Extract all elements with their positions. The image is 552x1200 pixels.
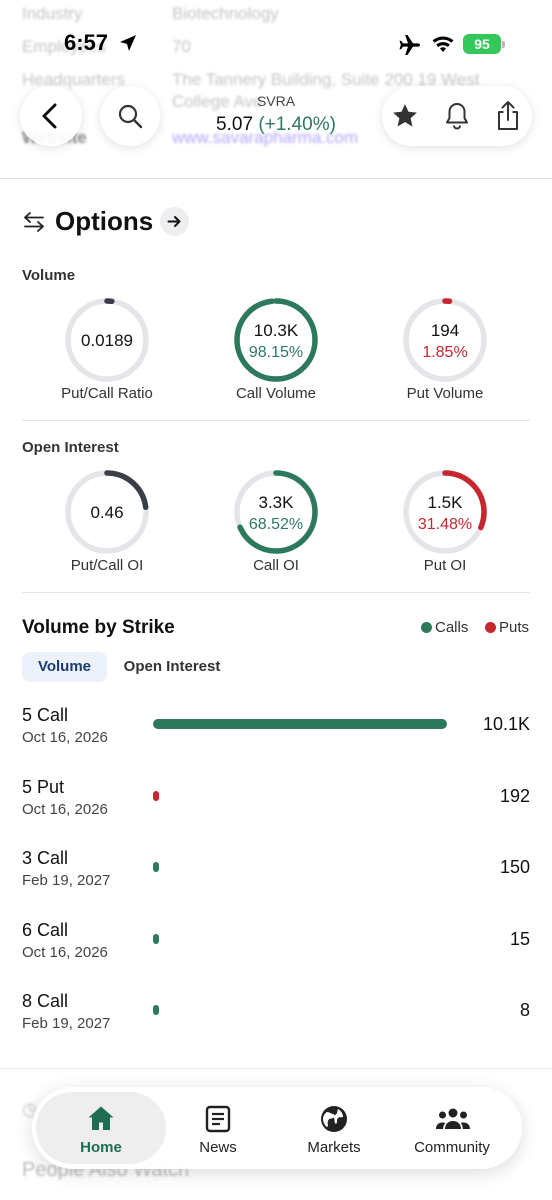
search-icon	[118, 104, 143, 129]
share-icon[interactable]	[495, 100, 521, 132]
volume-bar	[153, 933, 159, 944]
legend-puts: Puts	[485, 619, 529, 636]
arrow-right-icon	[167, 216, 181, 227]
swap-arrows-icon	[24, 212, 44, 232]
battery-indicator: 95	[463, 34, 501, 54]
gauge-value: 0.46	[90, 503, 124, 522]
gauge-caption: Put/Call Ratio	[61, 385, 153, 402]
volume-label: Volume	[22, 267, 76, 284]
airplane-icon	[399, 35, 420, 55]
gauge-caption: Put/Call OI	[70, 557, 144, 574]
volume-value: 15	[509, 928, 530, 949]
gauge: 0.46 Put/Call OI	[22, 469, 192, 599]
volume-value: 10.1K	[482, 714, 530, 734]
gauge-caption: Put OI	[423, 557, 467, 574]
nav-markets-label: Markets	[307, 1139, 361, 1156]
strike-row[interactable]: 5 Call Oct 16, 2026 10.1K	[0, 705, 552, 749]
strike-row[interactable]: 3 Call Feb 19, 2027 150	[0, 848, 552, 892]
volume-bar	[153, 719, 447, 729]
strike-row[interactable]: 6 Call Oct 16, 2026 15	[0, 920, 552, 964]
status-time: 6:57	[64, 30, 109, 55]
wifi-icon	[432, 36, 454, 52]
tab-open-interest[interactable]: Open Interest	[112, 652, 232, 682]
gauge: 3.3K 68.52% Call OI	[191, 469, 361, 599]
stock-price: 5.07	[216, 114, 254, 135]
options-more-button[interactable]	[160, 207, 189, 236]
section-divider	[22, 420, 530, 421]
nav-news-label: News	[199, 1139, 237, 1156]
header-divider	[0, 178, 552, 179]
expiry-date: Oct 16, 2026	[22, 943, 108, 961]
legend-calls: Calls	[421, 619, 468, 636]
nav-news[interactable]: News	[166, 1087, 270, 1169]
nav-community[interactable]: Community	[394, 1087, 510, 1169]
expiry-date: Feb 19, 2027	[22, 872, 111, 889]
strike-name: 8 Call	[22, 991, 69, 1011]
puts-dot-icon	[485, 622, 496, 633]
volume-bar	[153, 862, 159, 872]
gauge: 10.3K 98.15% Call Volume	[191, 297, 361, 427]
price-change: (+1.40%)	[258, 114, 336, 135]
gauge: 0.0189 Put/Call Ratio	[22, 297, 192, 427]
home-icon	[88, 1106, 114, 1130]
nav-community-label: Community	[414, 1139, 490, 1156]
nav-markets[interactable]: Markets	[276, 1087, 392, 1169]
expiry-date: Oct 16, 2026	[22, 729, 108, 746]
calls-dot-icon	[421, 622, 432, 633]
gauge: 1.5K 31.48% Put OI	[360, 469, 530, 599]
back-button[interactable]	[20, 86, 82, 146]
star-icon[interactable]	[391, 102, 419, 130]
strike-name: 5 Call	[22, 705, 69, 725]
gauge-value: 1.5K	[427, 493, 463, 512]
volume-by-strike-title: Volume by Strike	[22, 617, 175, 638]
header-actions	[382, 86, 532, 146]
gauge-percent: 68.52%	[248, 516, 304, 533]
nav-home-label: Home	[80, 1139, 122, 1156]
gauge-percent: 1.85%	[422, 344, 468, 361]
search-button[interactable]	[100, 86, 160, 146]
volume-value: 192	[499, 785, 530, 806]
gauge: 194 1.85% Put Volume	[360, 297, 530, 427]
gauge-value: 194	[430, 321, 460, 340]
community-icon	[436, 1108, 470, 1129]
strike-name: 6 Call	[22, 919, 69, 940]
strike-row[interactable]: 5 Put Oct 16, 2026 192	[0, 777, 552, 821]
location-arrow-icon	[120, 35, 136, 51]
volume-bar	[153, 1005, 159, 1015]
chevron-left-icon	[42, 103, 57, 129]
section-divider	[22, 592, 530, 593]
gauge-caption: Put Volume	[406, 385, 484, 402]
volume-bar	[153, 790, 159, 801]
strike-row[interactable]: 8 Call Feb 19, 2027 8	[0, 991, 552, 1035]
price-line: 5.07 (+1.40%)	[176, 114, 376, 136]
bell-icon[interactable]	[444, 101, 470, 131]
volume-value: 8	[519, 1000, 530, 1020]
gauge-percent: 98.15%	[248, 344, 304, 361]
battery-tip	[502, 41, 505, 48]
gauge-value: 3.3K	[258, 493, 294, 512]
globe-icon	[321, 1106, 347, 1132]
bottom-nav: Home News Markets Community	[32, 1087, 522, 1169]
status-bar: 6:57 95	[0, 0, 552, 84]
strike-name: 3 Call	[22, 848, 69, 868]
nav-home[interactable]: Home	[36, 1087, 166, 1169]
gauge-value: 10.3K	[253, 321, 299, 340]
open-interest-label: Open Interest	[22, 439, 119, 456]
expiry-date: Oct 16, 2026	[22, 800, 108, 818]
expiry-date: Feb 19, 2027	[22, 1015, 111, 1032]
gauge-percent: 31.48%	[417, 516, 473, 533]
gauge-caption: Call OI	[253, 557, 299, 574]
options-title: Options	[55, 206, 154, 236]
tab-volume[interactable]: Volume	[22, 652, 107, 682]
news-icon	[205, 1105, 231, 1133]
volume-value: 150	[499, 857, 530, 877]
strike-name: 5 Put	[22, 776, 65, 797]
ticker-symbol: SVRA	[256, 93, 296, 109]
gauge-value: 0.0189	[81, 331, 133, 350]
gauge-caption: Call Volume	[235, 385, 317, 402]
